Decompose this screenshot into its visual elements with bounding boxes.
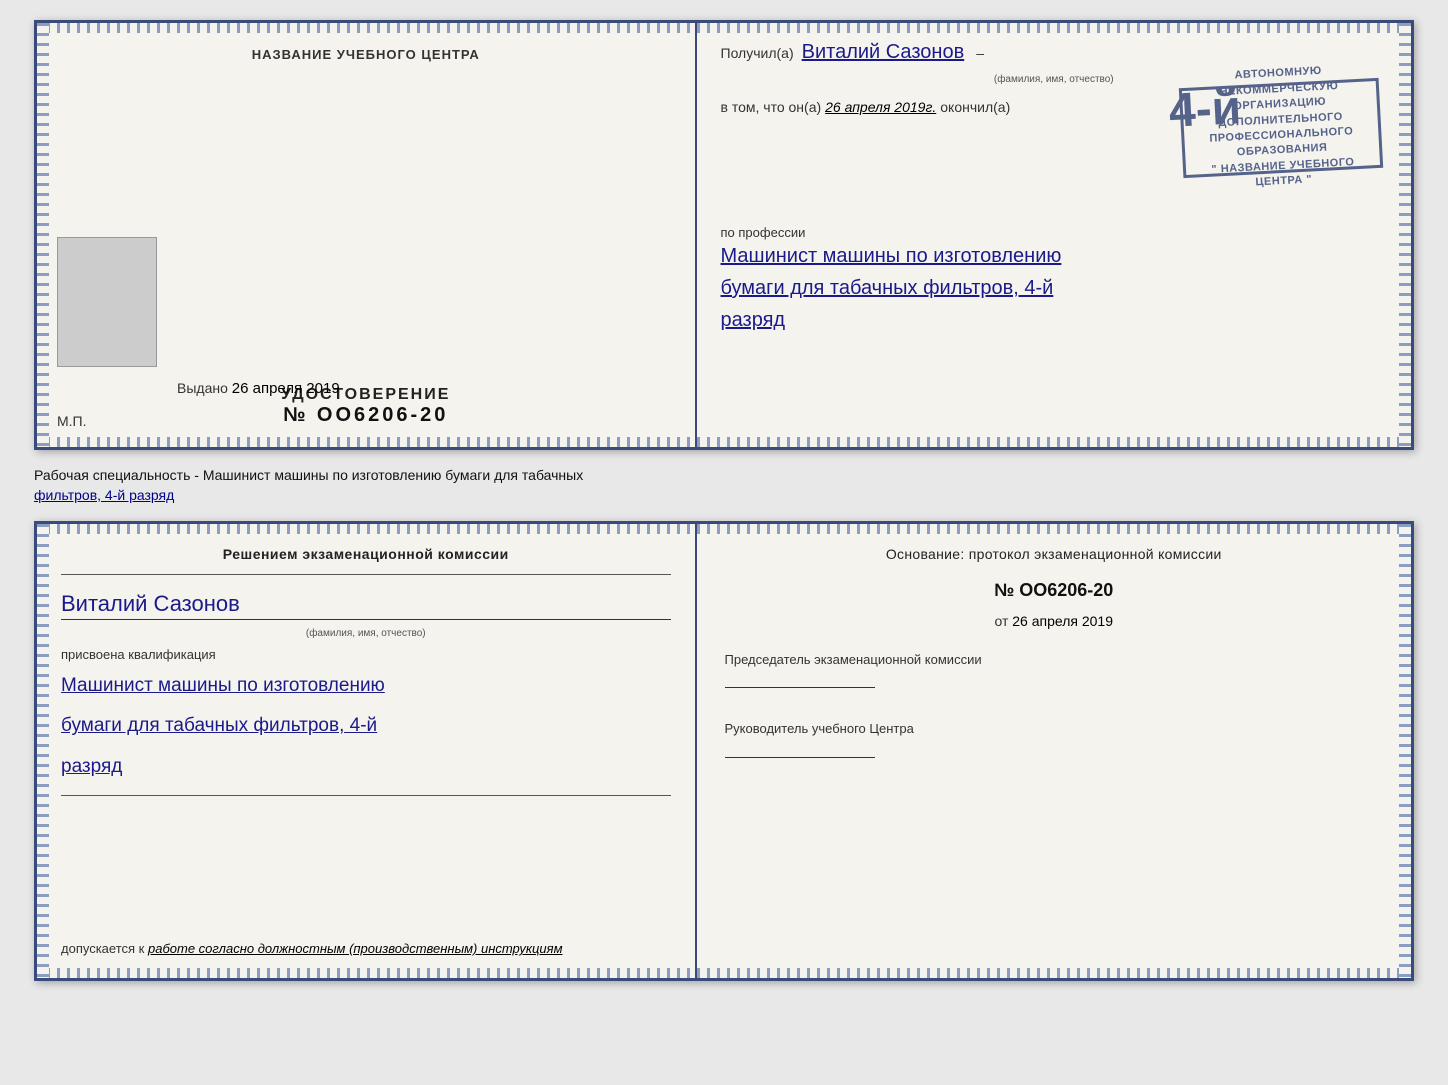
poluchil-name: Виталий Сазонов: [802, 41, 965, 64]
poluchil-line: Получил(а) Виталий Сазонов –: [721, 41, 1387, 64]
rukovoditel-label: Руководитель учебного Центра: [725, 720, 1383, 738]
top-document: НАЗВАНИЕ УЧЕБНОГО ЦЕНТРА УДОСТОВЕРЕНИЕ №…: [34, 20, 1414, 450]
ot-prefix: от: [994, 613, 1008, 629]
komissia-title: Решением экзаменационной комиссии: [61, 546, 671, 562]
photo-placeholder: [57, 237, 157, 367]
kval-line2: бумаги для табачных фильтров, 4-й: [61, 710, 671, 742]
separator-normal: Рабочая специальность - Машинист машины …: [34, 467, 583, 483]
kval-line1: Машинист машины по изготовлению: [61, 670, 671, 702]
vydano-label: Выдано: [177, 380, 228, 396]
rukovoditel-block: Руководитель учебного Центра: [725, 720, 1383, 757]
prisvoena-text: присвоена квалификация: [61, 647, 671, 662]
vydano-date: 26 апреля 2019: [232, 380, 340, 397]
professiya-line1: Машинист машины по изготовлению: [721, 240, 1387, 272]
dopuskaetsya-block: допускается к работе согласно должностны…: [61, 931, 671, 956]
stamp-number: 4-й: [1168, 80, 1243, 139]
stamp-block: 4-й АВТОНОМНУЮ НЕКОММЕРЧЕСКУЮ ОРГАНИЗАЦИ…: [1179, 78, 1383, 178]
bottom-doc-right-edge: [1399, 524, 1411, 978]
ot-date: от 26 апреля 2019: [725, 613, 1383, 629]
protocol-number: № OO6206-20: [725, 580, 1383, 601]
predsedatel-label: Председатель экзаменационной комиссии: [725, 651, 1383, 669]
udostoverenie-number: № OO6206-20: [281, 404, 450, 427]
dopuskaetsya-prefix: допускается к: [61, 941, 144, 956]
applicant-name: Виталий Сазонов: [61, 591, 671, 620]
right-edge-decoration: [1399, 23, 1411, 447]
training-center-title: НАЗВАНИЕ УЧЕБНОГО ЦЕНТРА: [252, 47, 480, 62]
vtom-prefix: в том, что он(а): [721, 99, 822, 115]
osnovanie-text: Основание: протокол экзаменационной коми…: [725, 546, 1383, 562]
bottom-doc-left-panel: Решением экзаменационной комиссии Витали…: [37, 524, 697, 978]
predsedatel-signature-line: [725, 687, 875, 688]
bottom-document: Решением экзаменационной комиссии Витали…: [34, 521, 1414, 981]
rukovoditel-signature-line: [725, 757, 875, 758]
stamp-line3: " НАЗВАНИЕ УЧЕБНОГО ЦЕНТРА ": [1211, 156, 1355, 189]
ot-date-value: 26 апреля 2019: [1012, 613, 1113, 629]
dopuskaetsya-value: работе согласно должностным (производств…: [148, 941, 563, 956]
predsedatel-block: Председатель экзаменационной комиссии: [725, 651, 1383, 688]
kval-line3: разряд: [61, 751, 671, 783]
separator-underline: фильтров, 4-й разряд: [34, 487, 174, 503]
okончил-text: окончил(а): [940, 99, 1010, 115]
bottom-doc-right-panel: Основание: протокол экзаменационной коми…: [697, 524, 1411, 978]
poluchil-prefix: Получил(а): [721, 45, 794, 61]
professiya-line2: бумаги для табачных фильтров, 4-й: [721, 272, 1387, 304]
top-doc-left-panel: НАЗВАНИЕ УЧЕБНОГО ЦЕНТРА УДОСТОВЕРЕНИЕ №…: [37, 23, 697, 447]
vtom-date: 26 апреля 2019г.: [825, 99, 936, 115]
vydano-line: Выдано 26 апреля 2019: [177, 380, 340, 397]
mp-label: М.П.: [57, 413, 87, 429]
name-hint: (фамилия, имя, отчество): [61, 628, 671, 639]
professiya-label: по профессии: [721, 225, 1387, 240]
separator-text: Рабочая специальность - Машинист машины …: [34, 462, 1414, 509]
top-doc-right-panel: Получил(а) Виталий Сазонов – (фамилия, и…: [697, 23, 1411, 447]
professiya-block: по профессии Машинист машины по изготовл…: [721, 225, 1387, 336]
professiya-line3: разряд: [721, 304, 1387, 336]
